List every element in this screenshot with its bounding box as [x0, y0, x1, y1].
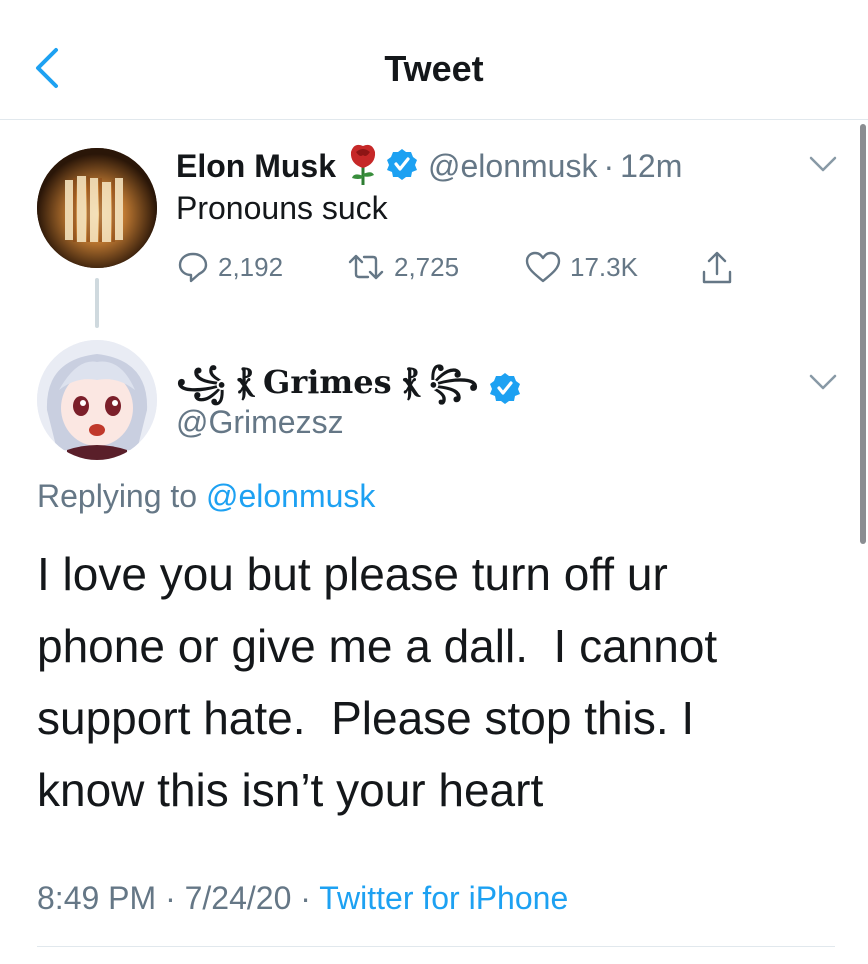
caret-down-icon: [809, 374, 837, 390]
author-name[interactable]: Elon Musk: [176, 148, 336, 185]
share-button[interactable]: [700, 250, 734, 286]
tweet-text-line: phone or give me a dall. I cannot: [37, 620, 718, 672]
avatar-elonmusk[interactable]: [37, 148, 157, 268]
retweet-button[interactable]: 2,725: [346, 250, 459, 284]
avatar-grimezsz[interactable]: [37, 340, 157, 460]
parent-tweet-actions: 2,192 2,725 17.3K: [176, 250, 756, 290]
share-icon: [702, 251, 732, 284]
tweet-meta: 8:49 PM · 7/24/20 · Twitter for iPhone: [37, 880, 568, 917]
tweet-age[interactable]: 12m: [620, 148, 682, 185]
tweet-text-line: I love you but please turn off ur: [37, 548, 668, 600]
thread-connector: [95, 278, 99, 328]
divider: [37, 946, 835, 947]
reply-tweet-menu-button[interactable]: [808, 372, 838, 392]
caret-down-icon: [809, 156, 837, 172]
page-title: Tweet: [384, 48, 484, 89]
tweet-source-link[interactable]: Twitter for iPhone: [319, 880, 568, 916]
avatar-image: [37, 148, 157, 268]
tweet-text-line: support hate. Please stop this. I: [37, 692, 695, 744]
verified-badge-icon: [489, 372, 521, 409]
author-handle[interactable]: @Grimezsz: [176, 404, 344, 441]
rose-emoji: [346, 142, 380, 191]
like-button[interactable]: 17.3K: [524, 250, 638, 284]
replying-prefix: Replying to: [37, 478, 206, 514]
tweet-time: 8:49 PM: [37, 880, 157, 916]
parent-tweet-text: Pronouns suck: [176, 190, 388, 226]
avatar-image: [37, 340, 157, 460]
reply-tweet-text: I love you but please turn off ur phone …: [37, 538, 837, 826]
reply-count: 2,192: [218, 251, 284, 282]
replying-to-handle-link[interactable]: @elonmusk: [206, 478, 375, 514]
separator: ·: [300, 880, 311, 916]
reply-handle-row: @Grimezsz: [176, 404, 344, 441]
tweet-text-line: know this isn’t your heart: [37, 764, 544, 816]
reply-button[interactable]: 2,192: [176, 250, 283, 284]
retweet-count: 2,725: [394, 251, 460, 282]
like-count: 17.3K: [570, 251, 638, 282]
tweet-date: 7/24/20: [184, 880, 292, 916]
top-bar: Tweet: [0, 0, 868, 120]
scrollbar[interactable]: [860, 124, 866, 544]
parent-tweet-header: Elon Musk @elonmusk · 12m: [176, 142, 682, 191]
separator: ·: [165, 880, 176, 916]
separator: ·: [603, 148, 615, 184]
reply-icon: [178, 252, 208, 283]
like-icon: [525, 251, 561, 283]
retweet-icon: [348, 254, 384, 280]
replying-to: Replying to @elonmusk: [37, 478, 375, 515]
verified-badge-icon: [386, 148, 418, 185]
author-handle[interactable]: @elonmusk: [428, 148, 597, 185]
parent-tweet-menu-button[interactable]: [808, 154, 838, 174]
